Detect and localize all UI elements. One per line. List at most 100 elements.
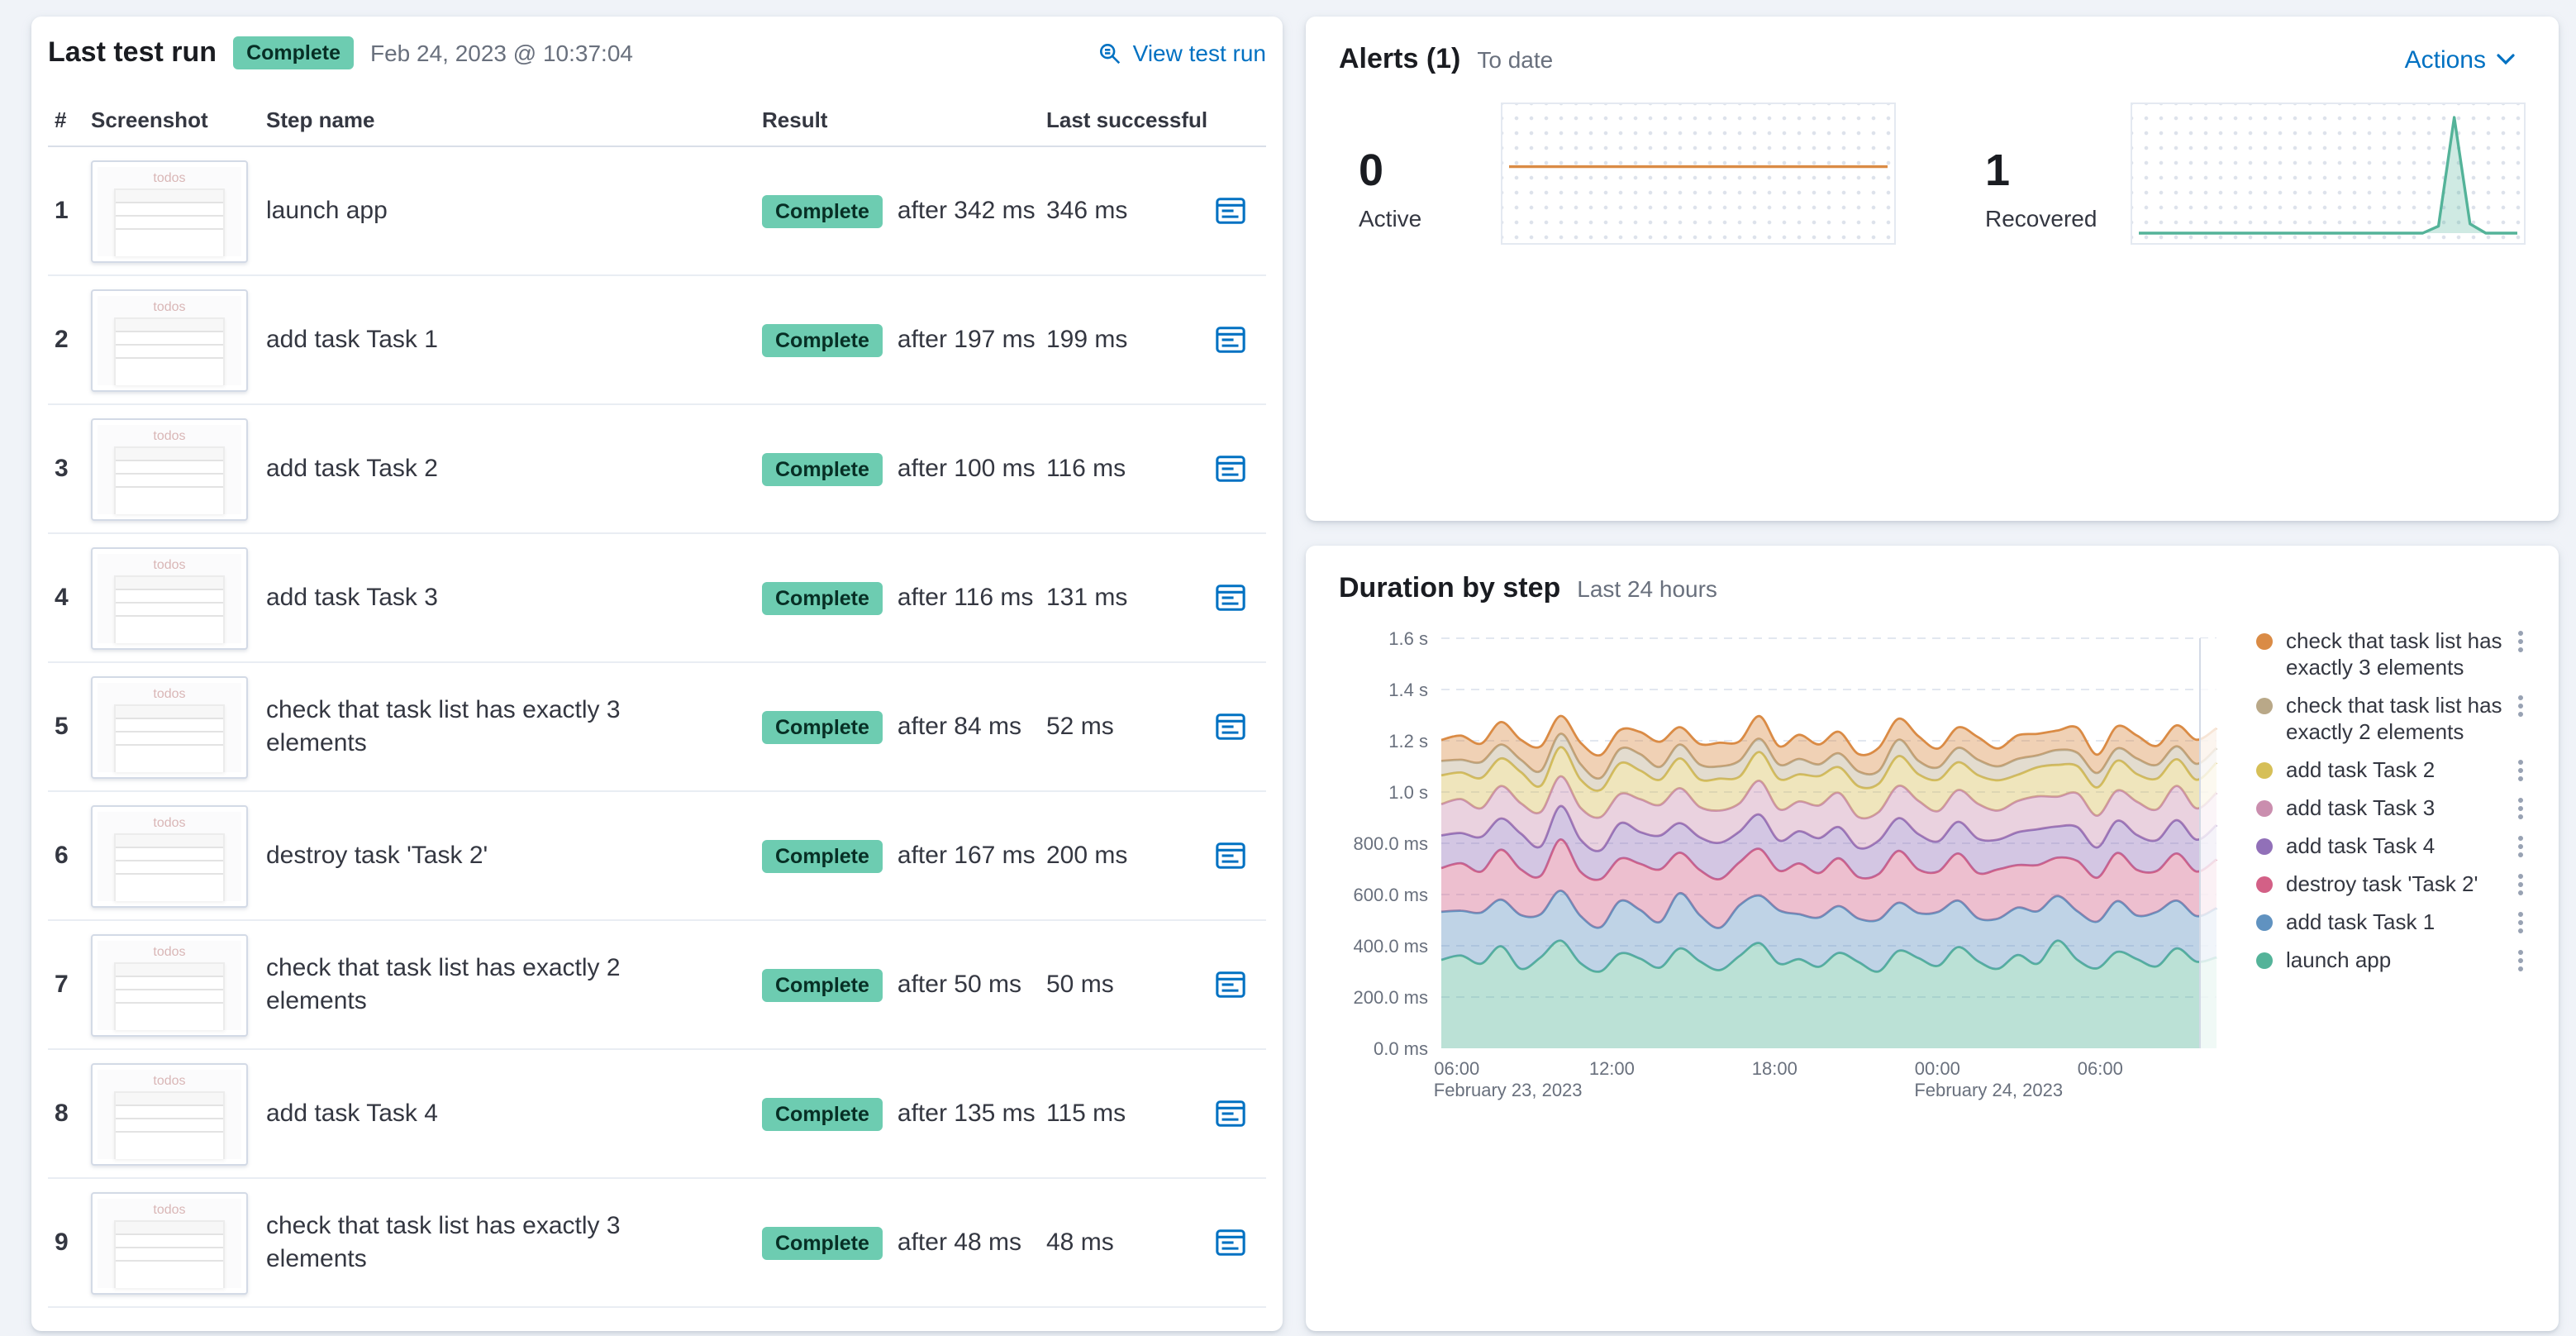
svg-text:1.4 s: 1.4 s [1388, 680, 1428, 700]
step-number: 3 [55, 455, 69, 483]
view-test-run-link[interactable]: View test run [1098, 40, 1266, 66]
step-after-duration: after 167 ms [897, 842, 1036, 870]
step-last-successful: 116 ms [1046, 455, 1126, 483]
step-name: check that task list has exactly 2 eleme… [266, 953, 621, 1014]
active-alerts-label: Active [1359, 205, 1422, 231]
legend-item[interactable]: launch app [2256, 947, 2526, 974]
view-performance-breakdown-button[interactable] [1212, 708, 1250, 746]
legend-color-dot [2256, 800, 2273, 817]
svg-text:February 23, 2023: February 23, 2023 [1434, 1080, 1583, 1100]
status-badge: Complete [233, 36, 354, 69]
view-performance-breakdown-button[interactable] [1212, 450, 1250, 488]
legend-item[interactable]: check that task list has exactly 2 eleme… [2256, 693, 2526, 746]
thumbnail-app-card [114, 1219, 225, 1287]
legend-options-button[interactable] [2516, 628, 2526, 655]
view-performance-breakdown-button[interactable] [1212, 966, 1250, 1004]
legend-label: add task Task 3 [2286, 795, 2436, 820]
svg-text:800.0 ms: 800.0 ms [1354, 833, 1429, 854]
alerts-panel: Alerts (1) To date Actions 0 Active 1 Re… [1306, 17, 2559, 521]
actions-dropdown-button[interactable]: Actions [2395, 44, 2526, 75]
recovered-alerts-chart [2131, 103, 2526, 245]
legend-item[interactable]: add task Task 1 [2256, 909, 2526, 936]
timestamp: Feb 24, 2023 @ 10:37:04 [369, 40, 633, 66]
legend-item[interactable]: destroy task 'Task 2' [2256, 871, 2526, 898]
legend-options-button[interactable] [2516, 795, 2526, 822]
legend-options-button[interactable] [2516, 693, 2526, 719]
step-screenshot-thumbnail[interactable]: todos [91, 933, 248, 1036]
step-name: add task Task 1 [266, 325, 438, 353]
step-screenshot-thumbnail[interactable]: todos [91, 804, 248, 907]
synthetics-monitor-dashboard: Last test run Complete Feb 24, 2023 @ 10… [0, 0, 2576, 1336]
step-number: 1 [55, 197, 69, 225]
thumbnail-todos-label: todos [153, 556, 186, 571]
step-status-badge: Complete [762, 194, 883, 227]
step-status-badge: Complete [762, 1097, 883, 1130]
view-performance-breakdown-button[interactable] [1212, 579, 1250, 617]
legend-item[interactable]: add task Task 4 [2256, 833, 2526, 860]
legend-options-button[interactable] [2516, 833, 2526, 860]
recovered-alerts-label: Recovered [1985, 205, 2097, 231]
step-screenshot-thumbnail[interactable]: todos [91, 1191, 248, 1294]
table-row: 5 todos check that task list has exactly… [48, 663, 1266, 792]
legend-color-dot [2256, 952, 2273, 969]
step-status-badge: Complete [762, 323, 883, 356]
legend-item[interactable]: check that task list has exactly 3 eleme… [2256, 628, 2526, 681]
table-row: 6 todos destroy task 'Task 2' Complete a… [48, 792, 1266, 921]
svg-text:06:00: 06:00 [2078, 1058, 2123, 1079]
step-after-duration: after 48 ms [897, 1229, 1021, 1257]
kebab-icon [2517, 630, 2524, 653]
legend-color-dot [2256, 876, 2273, 893]
kebab-icon [2517, 911, 2524, 934]
step-after-duration: after 135 ms [897, 1100, 1036, 1128]
legend-options-button[interactable] [2516, 947, 2526, 974]
step-screenshot-thumbnail[interactable]: todos [91, 160, 248, 262]
step-status-badge: Complete [762, 710, 883, 743]
step-last-successful: 115 ms [1046, 1100, 1126, 1128]
kebab-icon [2517, 797, 2524, 820]
duration-by-step-panel: Duration by step Last 24 hours 0.0 ms 200… [1306, 546, 2559, 1331]
alerts-subtitle: To date [1477, 46, 1554, 73]
legend-options-button[interactable] [2516, 757, 2526, 784]
view-performance-breakdown-button[interactable] [1212, 192, 1250, 230]
svg-text:12:00: 12:00 [1589, 1058, 1635, 1079]
view-performance-breakdown-button[interactable] [1212, 837, 1250, 875]
thumbnail-todos-label: todos [153, 427, 186, 442]
col-screenshot: Screenshot [91, 107, 208, 131]
active-alerts-stat: 0 Active [1359, 146, 1501, 231]
col-last-successful: Last successful [1046, 107, 1208, 131]
kebab-icon [2517, 759, 2524, 782]
step-name: destroy task 'Task 2' [266, 841, 488, 869]
step-screenshot-thumbnail[interactable]: todos [91, 289, 248, 391]
legend-color-dot [2256, 698, 2273, 714]
step-screenshot-thumbnail[interactable]: todos [91, 546, 248, 649]
step-screenshot-thumbnail[interactable]: todos [91, 1062, 248, 1165]
step-status-badge: Complete [762, 581, 883, 614]
step-after-duration: after 197 ms [897, 326, 1036, 354]
legend-item[interactable]: add task Task 2 [2256, 757, 2526, 784]
col-step-name: Step name [266, 107, 375, 131]
legend-item[interactable]: add task Task 3 [2256, 795, 2526, 822]
duration-subtitle: Last 24 hours [1577, 575, 1717, 602]
legend-options-button[interactable] [2516, 871, 2526, 898]
legend-options-button[interactable] [2516, 909, 2526, 936]
step-number: 4 [55, 584, 69, 612]
duration-legend: check that task list has exactly 3 eleme… [2240, 628, 2526, 1108]
step-screenshot-thumbnail[interactable]: todos [91, 675, 248, 778]
legend-label: add task Task 2 [2286, 757, 2436, 782]
kebab-icon [2517, 873, 2524, 896]
svg-text:400.0 ms: 400.0 ms [1354, 936, 1429, 957]
step-name: check that task list has exactly 3 eleme… [266, 1211, 621, 1272]
view-performance-breakdown-button[interactable] [1212, 1095, 1250, 1133]
step-name: launch app [266, 196, 388, 224]
step-screenshot-thumbnail[interactable]: todos [91, 418, 248, 520]
duration-header: Duration by step Last 24 hours [1339, 572, 2526, 605]
table-row: 3 todos add task Task 2 Complete after 1… [48, 405, 1266, 534]
recovered-alerts-stat: 1 Recovered [1985, 146, 2131, 231]
svg-text:00:00: 00:00 [1915, 1058, 1960, 1079]
alerts-header: Alerts (1) To date Actions [1339, 43, 2526, 76]
last-test-run-panel: Last test run Complete Feb 24, 2023 @ 10… [31, 17, 1283, 1331]
svg-text:1.6 s: 1.6 s [1388, 628, 1428, 649]
view-performance-breakdown-button[interactable] [1212, 321, 1250, 359]
view-performance-breakdown-button[interactable] [1212, 1224, 1250, 1262]
thumbnail-todos-label: todos [153, 169, 186, 184]
